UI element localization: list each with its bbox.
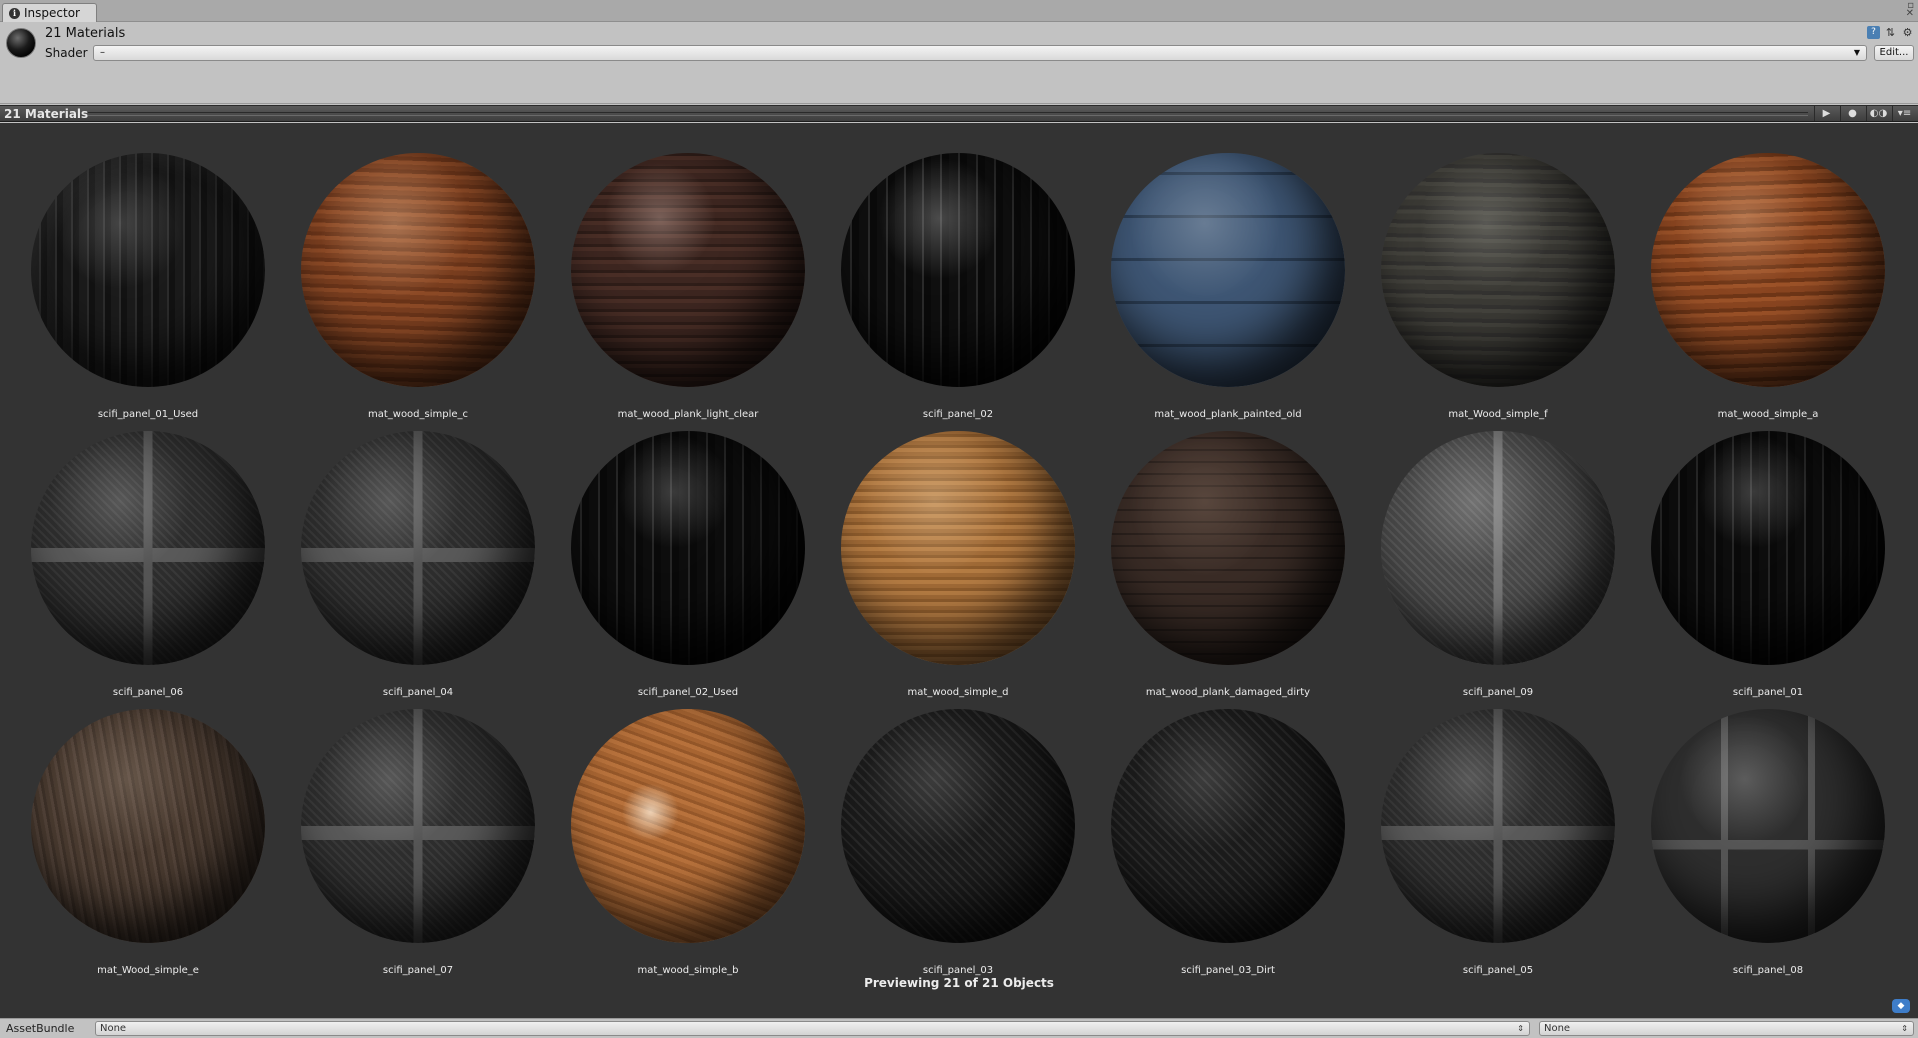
material-label: scifi_panel_03_Dirt: [1181, 965, 1275, 976]
lighting-icon[interactable]: ◐◑: [1866, 106, 1890, 121]
material-thumbnail: [6, 28, 36, 58]
shader-dropdown[interactable]: – ▼: [93, 45, 1867, 61]
sphere-mesh-icon[interactable]: ●: [1840, 106, 1864, 121]
material-sphere[interactable]: [301, 431, 535, 665]
material-cell[interactable]: scifi_panel_01: [1622, 402, 1892, 698]
material-cell[interactable]: scifi_panel_02: [812, 124, 1082, 420]
shader-label: Shader: [45, 46, 88, 60]
material-cell[interactable]: scifi_panel_05: [1352, 680, 1622, 976]
material-cell[interactable]: mat_wood_plank_painted_old: [1082, 124, 1352, 420]
material-sphere[interactable]: [301, 153, 535, 387]
material-cell[interactable]: scifi_panel_06: [2, 402, 272, 698]
tag-icon[interactable]: ◆: [1892, 999, 1910, 1013]
material-cell[interactable]: scifi_panel_08: [1622, 680, 1892, 976]
material-cell[interactable]: mat_wood_plank_light_clear: [542, 124, 812, 420]
material-sphere[interactable]: [841, 153, 1075, 387]
asset-bundle-variant-dropdown[interactable]: None ⇕: [1539, 1021, 1914, 1036]
material-cell[interactable]: scifi_panel_01_Used: [2, 124, 272, 420]
preview-status: Previewing 21 of 21 Objects: [864, 976, 1054, 990]
edit-shader-button[interactable]: Edit...: [1874, 45, 1914, 61]
material-sphere[interactable]: [1111, 709, 1345, 943]
menu-icon[interactable]: ▾≡: [1892, 106, 1916, 121]
page-title: 21 Materials: [45, 26, 126, 41]
material-sphere[interactable]: [1651, 153, 1885, 387]
shader-value: –: [100, 47, 105, 58]
material-cell[interactable]: mat_Wood_simple_e: [2, 680, 272, 976]
tab-inspector[interactable]: i Inspector: [2, 3, 97, 22]
material-label: scifi_panel_03: [922, 965, 994, 976]
tab-label: Inspector: [24, 6, 80, 20]
close-icon[interactable]: ✕: [1906, 9, 1914, 19]
material-cell[interactable]: scifi_panel_03: [812, 680, 1082, 976]
material-cell[interactable]: scifi_panel_07: [272, 680, 542, 976]
material-label: scifi_panel_07: [382, 965, 454, 976]
help-book-icon[interactable]: ?: [1867, 26, 1880, 39]
material-cell[interactable]: mat_wood_simple_b: [542, 680, 812, 976]
asset-bundle-variant-value: None: [1544, 1023, 1571, 1034]
material-sphere[interactable]: [1651, 709, 1885, 943]
material-sphere[interactable]: [31, 431, 265, 665]
material-label: scifi_panel_05: [1462, 965, 1534, 976]
material-sphere[interactable]: [1381, 709, 1615, 943]
asset-bundle-name-value: None: [100, 1023, 127, 1034]
material-cell[interactable]: mat_wood_simple_c: [272, 124, 542, 420]
chevron-updown-icon: ⇕: [1901, 1024, 1908, 1033]
window-controls: ▫ ✕: [1906, 1, 1914, 19]
material-sphere[interactable]: [1381, 431, 1615, 665]
material-cell[interactable]: scifi_panel_09: [1352, 402, 1622, 698]
asset-bundle-bar: AssetBundle None ⇕ None ⇕: [0, 1018, 1918, 1038]
material-sphere[interactable]: [571, 153, 805, 387]
info-icon: i: [9, 7, 20, 19]
chevron-updown-icon: ⇕: [1517, 1024, 1524, 1033]
preview-buttons: ▶ ● ◐◑ ▾≡: [1814, 106, 1916, 121]
gear-icon[interactable]: ⚙: [1901, 26, 1914, 39]
material-cell[interactable]: scifi_panel_02_Used: [542, 402, 812, 698]
asset-bundle-name-dropdown[interactable]: None ⇕: [95, 1021, 1530, 1036]
material-cell[interactable]: mat_wood_plank_damaged_dirty: [1082, 402, 1352, 698]
material-cell[interactable]: mat_Wood_simple_f: [1352, 124, 1622, 420]
header-icons: ? ⇅ ⚙: [1867, 26, 1914, 39]
preview-title: 21 Materials: [4, 107, 89, 121]
material-sphere[interactable]: [841, 431, 1075, 665]
material-sphere[interactable]: [1111, 153, 1345, 387]
material-cell[interactable]: mat_wood_simple_a: [1622, 124, 1892, 420]
material-sphere[interactable]: [31, 153, 265, 387]
preset-icon[interactable]: ⇅: [1884, 26, 1897, 39]
asset-bundle-label: AssetBundle: [6, 1022, 75, 1035]
material-sphere[interactable]: [301, 709, 535, 943]
material-cell[interactable]: mat_wood_simple_d: [812, 402, 1082, 698]
preview-toolbar: 21 Materials ▶ ● ◐◑ ▾≡: [0, 105, 1918, 122]
material-cell[interactable]: scifi_panel_04: [272, 402, 542, 698]
material-label: scifi_panel_08: [1732, 965, 1804, 976]
material-preview-area: scifi_panel_01_Used mat_wood_simple_c mat_…: [0, 123, 1918, 1018]
material-label: mat_wood_simple_b: [637, 965, 739, 976]
material-sphere[interactable]: [571, 709, 805, 943]
inspector-header: 21 Materials Shader – ▼ Edit... ? ⇅ ⚙: [0, 22, 1918, 104]
material-cell[interactable]: scifi_panel_03_Dirt: [1082, 680, 1352, 976]
material-sphere[interactable]: [1651, 431, 1885, 665]
material-sphere[interactable]: [841, 709, 1075, 943]
material-sphere[interactable]: [1111, 431, 1345, 665]
tab-bar: i Inspector ▫ ✕: [0, 0, 1918, 22]
material-sphere[interactable]: [571, 431, 805, 665]
chevron-down-icon: ▼: [1853, 48, 1860, 57]
preview-drag-handle[interactable]: [88, 112, 1808, 116]
material-sphere[interactable]: [31, 709, 265, 943]
material-label: mat_Wood_simple_e: [97, 965, 199, 976]
play-icon[interactable]: ▶: [1814, 106, 1838, 121]
material-sphere[interactable]: [1381, 153, 1615, 387]
